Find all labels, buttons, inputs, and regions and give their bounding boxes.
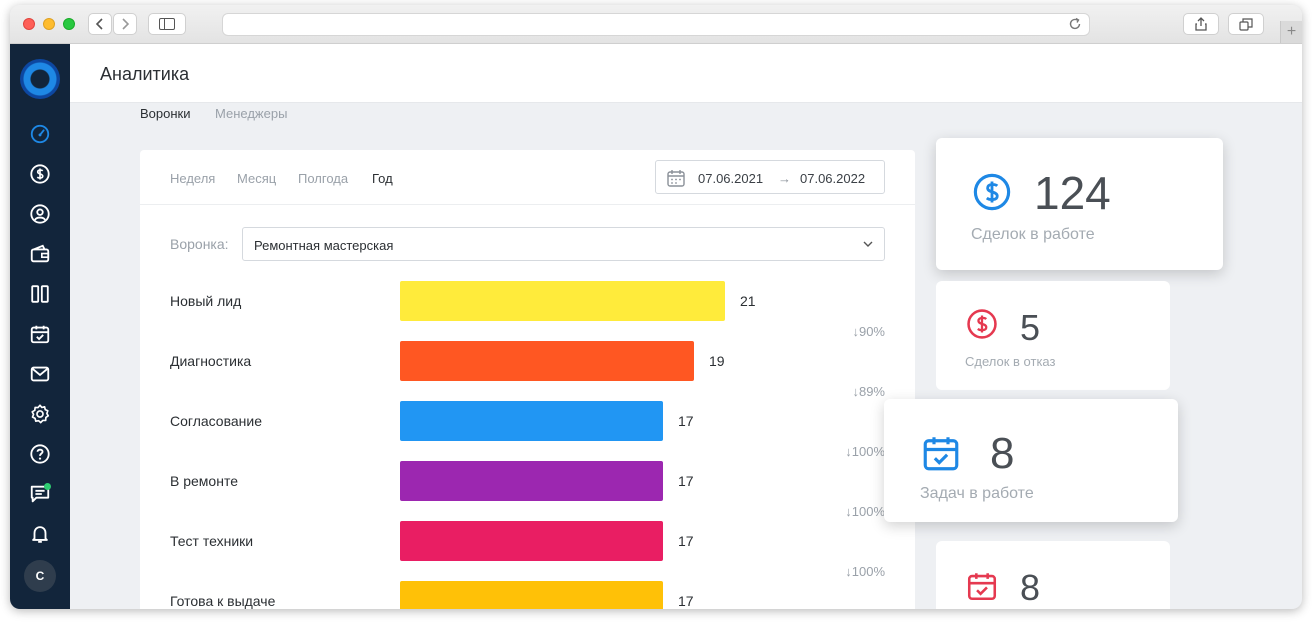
stage-bar[interactable]	[400, 341, 694, 381]
date-range-picker[interactable]: 07.06.2021 → 07.06.2022	[655, 160, 885, 194]
minimize-window-button[interactable]	[43, 18, 55, 30]
stage-label: В ремонте	[170, 473, 238, 489]
period-half-year[interactable]: Полгода	[298, 171, 348, 186]
dashboard-icon[interactable]	[28, 122, 52, 146]
stage-label: Тест техники	[170, 533, 254, 549]
funnel-select-value: Ремонтная мастерская	[254, 238, 394, 253]
panel-divider	[140, 204, 915, 205]
period-week[interactable]: Неделя	[170, 171, 215, 186]
stage-count: 19	[709, 353, 725, 369]
funnel-panel: Неделя Месяц Полгода Год 07.06.2021 → 07…	[140, 150, 915, 609]
stage-label: Новый лид	[170, 293, 242, 309]
tasks-overdue-card[interactable]: 8	[936, 541, 1170, 609]
period-year[interactable]: Год	[372, 171, 393, 186]
stage-bar[interactable]	[400, 401, 663, 441]
sidebar-icon	[159, 18, 175, 30]
wallet-icon[interactable]	[28, 242, 52, 266]
date-from: 07.06.2021	[698, 171, 764, 186]
dollar-icon[interactable]	[28, 162, 52, 186]
share-icon	[1195, 17, 1207, 31]
funnel-select-label: Воронка:	[170, 236, 229, 252]
sidebar-toggle-button[interactable]	[148, 13, 186, 35]
deals-active-caption: Сделок в работе	[971, 226, 1095, 243]
stage-count: 17	[678, 413, 694, 429]
calendar-icon	[667, 170, 685, 187]
avatar[interactable]: C	[24, 560, 56, 592]
stage-count: 21	[740, 293, 756, 309]
stage-bar[interactable]	[400, 581, 663, 609]
forward-button[interactable]	[113, 13, 137, 35]
calendar-check-icon	[923, 437, 959, 471]
date-to: 07.06.2022	[800, 171, 866, 186]
stage-count: 17	[678, 473, 694, 489]
chevron-down-icon	[863, 241, 873, 247]
stage-label: Согласование	[170, 413, 262, 429]
stage-conversion: ↓100%	[845, 564, 885, 579]
stage-bar[interactable]	[400, 281, 725, 321]
stage-conversion: ↓90%	[852, 324, 885, 339]
reload-icon[interactable]	[1068, 17, 1082, 31]
tab-funnels[interactable]: Воронки	[140, 106, 191, 121]
notification-dot	[44, 483, 51, 490]
stage-conversion: ↓100%	[845, 504, 885, 519]
period-month[interactable]: Месяц	[237, 171, 276, 186]
address-bar[interactable]	[222, 13, 1090, 36]
deals-rejected-caption: Сделок в отказ	[965, 354, 1056, 369]
stage-count: 17	[678, 533, 694, 549]
chevron-right-icon	[122, 18, 130, 30]
stage-bar[interactable]	[400, 521, 663, 561]
deals-active-value: 124	[1034, 167, 1111, 219]
maximize-window-button[interactable]	[63, 18, 75, 30]
stage-label: Диагностика	[170, 353, 252, 369]
chat-icon[interactable]	[28, 482, 52, 506]
chevron-left-icon	[95, 18, 103, 30]
bell-icon[interactable]	[28, 522, 52, 546]
tabs-icon	[1239, 17, 1253, 31]
tasks-active-card[interactable]: 8 Задач в работе	[884, 399, 1178, 522]
back-button[interactable]	[88, 13, 112, 35]
stage-count: 17	[678, 593, 694, 609]
mail-icon[interactable]	[28, 362, 52, 386]
funnel-select[interactable]: Ремонтная мастерская	[242, 227, 885, 261]
dollar-circle-icon	[967, 309, 997, 339]
browser-window: + C Аналитика Воронки Менеджеры Неделя М…	[10, 5, 1302, 609]
share-button[interactable]	[1183, 13, 1219, 35]
app-logo[interactable]	[20, 59, 60, 99]
calendar-check-icon	[967, 573, 997, 601]
tabs-button[interactable]	[1228, 13, 1264, 35]
calendar-icon[interactable]	[28, 322, 52, 346]
dollar-circle-icon	[973, 173, 1011, 211]
deals-active-card[interactable]: 124 Сделок в работе	[936, 138, 1223, 270]
close-window-button[interactable]	[23, 18, 35, 30]
tasks-active-caption: Задач в работе	[920, 485, 1034, 502]
columns-icon[interactable]	[28, 282, 52, 306]
stage-conversion: ↓89%	[852, 384, 885, 399]
date-arrow: →	[778, 171, 791, 186]
stage-bar[interactable]	[400, 461, 663, 501]
help-icon[interactable]	[28, 442, 52, 466]
page-header: Аналитика	[70, 44, 1302, 103]
browser-titlebar: +	[10, 5, 1302, 44]
new-tab-button[interactable]: +	[1280, 21, 1302, 43]
tab-managers[interactable]: Менеджеры	[215, 106, 287, 121]
page-title: Аналитика	[100, 64, 190, 84]
stage-conversion: ↓100%	[845, 444, 885, 459]
user-icon[interactable]	[28, 202, 52, 226]
deals-rejected-value: 5	[1020, 307, 1041, 348]
settings-icon[interactable]	[28, 402, 52, 426]
tasks-overdue-value: 8	[1020, 567, 1041, 608]
sidebar: C	[10, 44, 70, 609]
deals-rejected-card[interactable]: 5 Сделок в отказ	[936, 281, 1170, 390]
tasks-active-value: 8	[990, 429, 1015, 478]
stage-label: Готова к выдаче	[170, 593, 276, 609]
